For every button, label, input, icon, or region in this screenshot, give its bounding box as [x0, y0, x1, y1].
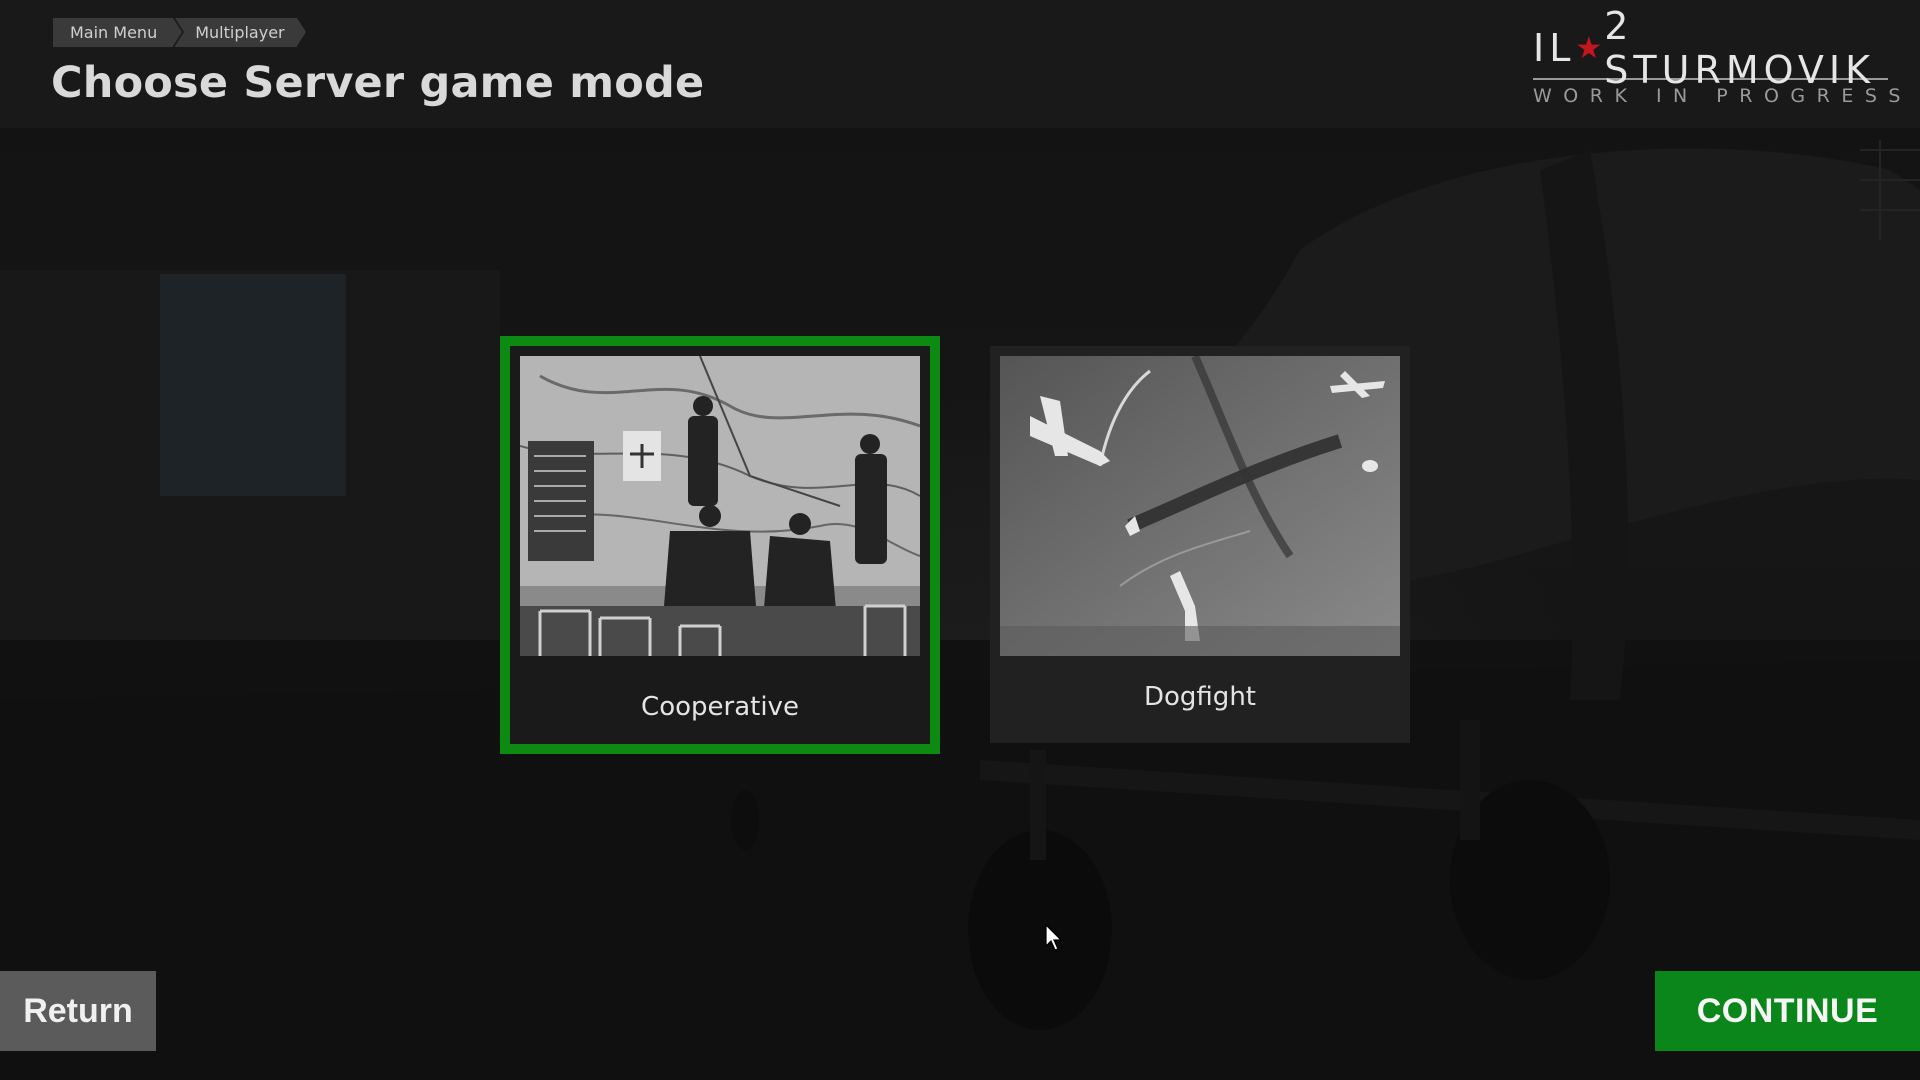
- breadcrumb-item-multiplayer[interactable]: Multiplayer: [175, 18, 307, 47]
- game-logo: IL ★ 2 STURMOVIK WORK IN PROGRESS: [1533, 4, 1900, 107]
- breadcrumb-label: Main Menu: [70, 23, 158, 42]
- hangar-scene-illustration: [0, 140, 1920, 1080]
- mode-label-dogfight: Dogfight: [1144, 682, 1256, 712]
- logo-il-text: IL: [1533, 26, 1576, 70]
- mode-card-cooperative[interactable]: Cooperative: [500, 336, 940, 754]
- red-star-icon: ★: [1575, 30, 1603, 66]
- mode-card-dogfight[interactable]: Dogfight: [990, 346, 1410, 743]
- breadcrumb-label: Multiplayer: [195, 23, 285, 42]
- logo-sturmovik-text: 2 STURMOVIK: [1604, 4, 1875, 92]
- mouse-cursor-icon: [1045, 924, 1063, 951]
- logo-wordmark: IL ★ 2 STURMOVIK: [1533, 4, 1893, 92]
- breadcrumb-item-main-menu[interactable]: Main Menu: [53, 18, 185, 47]
- breadcrumb: Main Menu Multiplayer: [53, 18, 307, 47]
- hangar-background: [0, 0, 1920, 1080]
- continue-button[interactable]: CONTINUE: [1655, 971, 1920, 1051]
- cooperative-photo: [520, 356, 920, 656]
- mode-label-cooperative: Cooperative: [641, 692, 799, 722]
- page-title: Choose Server game mode: [51, 58, 705, 108]
- header-bar: Main Menu Multiplayer Choose Server game…: [0, 0, 1920, 128]
- game-screen: Main Menu Multiplayer Choose Server game…: [0, 0, 1920, 1080]
- return-button[interactable]: Return: [0, 971, 156, 1051]
- dogfight-photo: [1000, 356, 1400, 656]
